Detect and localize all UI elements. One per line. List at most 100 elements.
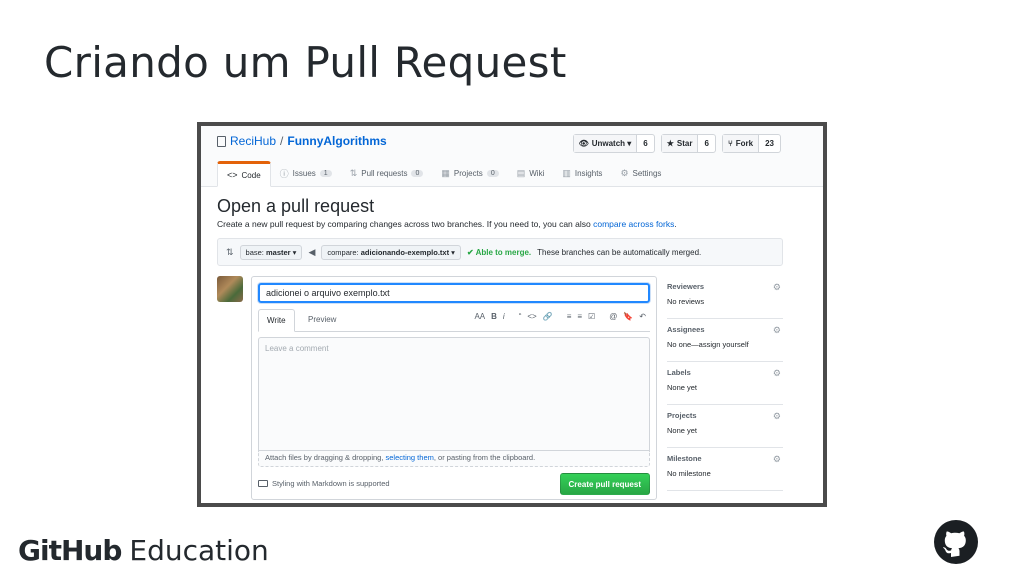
gear-icon[interactable]: ⚙	[773, 325, 781, 336]
fork-button[interactable]: ⑂ Fork	[722, 135, 760, 152]
tab-settings-label: Settings	[632, 168, 662, 178]
composer-tabs: Write Preview AA B i “ <> 🔗 ≡ ≡ ☑ @ 🔖 ↶	[258, 309, 650, 332]
projects-heading: Projects	[667, 411, 697, 420]
github-education-logo: GitHub Education	[18, 534, 269, 567]
slide-title: Criando um Pull Request	[44, 38, 567, 87]
create-pull-request-button[interactable]: Create pull request	[559, 473, 650, 495]
github-wordmark: GitHub	[18, 534, 122, 567]
tab-preview[interactable]: Preview	[300, 309, 344, 330]
repo-owner-link[interactable]: ReciHub	[230, 134, 276, 148]
markdown-note[interactable]: Styling with Markdown is supported	[258, 479, 390, 488]
fork-count[interactable]: 23	[759, 135, 780, 152]
tab-pull-requests[interactable]: ⇅ Pull requests 0	[341, 161, 433, 185]
tab-insights-label: Insights	[574, 168, 603, 178]
mention-icon[interactable]: @	[609, 312, 617, 321]
merge-status: ✔ Able to merge.	[466, 247, 532, 257]
pull-request-icon: ⇅	[349, 167, 358, 178]
link-icon[interactable]: 🔗	[543, 312, 553, 321]
markdown-icon	[258, 480, 268, 487]
compare-branch-select[interactable]: compare: adicionando-exemplo.txt ▾	[321, 244, 461, 260]
compare-across-forks-link[interactable]: compare across forks	[593, 219, 674, 229]
issues-counter: 1	[319, 169, 332, 177]
task-list-icon[interactable]: ☑	[588, 312, 595, 321]
repo-header: ReciHub / FunnyAlgorithms 👁 Unwatch ▾ 6 ★…	[201, 126, 823, 187]
unwatch-button[interactable]: 👁 Unwatch ▾	[573, 135, 638, 152]
repo-breadcrumb: ReciHub / FunnyAlgorithms	[217, 134, 387, 148]
unordered-list-icon[interactable]: ≡	[567, 312, 572, 321]
gear-icon[interactable]: ⚙	[773, 368, 781, 379]
star-button-group: ★ Star 6	[660, 134, 716, 153]
star-label: Star	[676, 139, 693, 148]
repo-icon	[217, 135, 226, 147]
tab-code[interactable]: <> Code	[217, 161, 271, 187]
sidebar-reviewers[interactable]: Reviewers No reviews ⚙	[667, 276, 783, 319]
page-subtitle: Create a new pull request by comparing c…	[217, 219, 677, 229]
italic-icon[interactable]: i	[503, 312, 505, 321]
tab-settings[interactable]: ⚙ Settings	[611, 161, 670, 185]
base-branch-name: master	[265, 247, 291, 257]
gear-icon[interactable]: ⚙	[773, 282, 781, 293]
graph-icon: ▥	[562, 167, 571, 178]
tab-insights[interactable]: ▥ Insights	[553, 161, 611, 185]
watch-count[interactable]: 6	[637, 135, 653, 152]
repo-nav-tabs: <> Code ⓘ Issues 1 ⇅ Pull requests 0 ▦ Project…	[217, 161, 670, 187]
tab-issues[interactable]: ⓘ Issues 1	[271, 161, 341, 185]
base-branch-select[interactable]: base: master ▾	[239, 244, 303, 260]
github-screenshot: ReciHub / FunnyAlgorithms 👁 Unwatch ▾ 6 ★…	[197, 122, 827, 507]
projects-value: None yet	[667, 426, 698, 435]
comment-textarea[interactable]: Leave a comment	[258, 337, 650, 451]
reviewers-heading: Reviewers	[667, 282, 705, 291]
sidebar-assignees[interactable]: Assignees No one—assign yourself ⚙	[667, 319, 783, 362]
sidebar-milestone[interactable]: Milestone No milestone ⚙	[667, 448, 783, 491]
file-dropzone[interactable]: Attach files by dragging & dropping, sel…	[258, 451, 650, 467]
milestone-heading: Milestone	[667, 454, 702, 463]
labels-value: None yet	[667, 383, 698, 392]
sidebar-projects[interactable]: Projects None yet ⚙	[667, 405, 783, 448]
pull-requests-counter: 0	[411, 169, 424, 177]
repo-separator: /	[280, 134, 284, 148]
ordered-list-icon[interactable]: ≡	[577, 312, 582, 321]
subtitle-text: Create a new pull request by comparing c…	[217, 219, 594, 229]
bold-icon[interactable]: B	[491, 312, 497, 321]
star-count[interactable]: 6	[698, 135, 714, 152]
fork-icon: ⑂	[727, 139, 733, 148]
education-wordmark: Education	[129, 534, 269, 567]
star-icon: ★	[666, 139, 674, 148]
gear-icon[interactable]: ⚙	[773, 411, 781, 422]
watch-button-group: 👁 Unwatch ▾ 6	[572, 134, 655, 153]
gear-icon[interactable]: ⚙	[773, 454, 781, 465]
compare-range-bar: ⇅ base: master ▾ ◀ compare: adicionando-…	[217, 238, 783, 266]
tab-code-label: Code	[241, 170, 261, 180]
wiki-icon: ▤	[516, 167, 526, 178]
repo-actions: 👁 Unwatch ▾ 6 ★ Star 6 ⑂ Fork 23	[572, 134, 781, 153]
gear-icon: ⚙	[620, 167, 629, 178]
avatar[interactable]	[217, 276, 243, 302]
fork-label: Fork	[735, 139, 754, 148]
merge-status-text: These branches can be automatically merg…	[537, 247, 702, 257]
header-text-icon[interactable]: AA	[474, 312, 485, 321]
code-icon[interactable]: <>	[527, 312, 536, 321]
pr-title-input[interactable]: adicionei o arquivo exemplo.txt	[258, 283, 650, 303]
attach-text-end: , or pasting from the clipboard.	[433, 453, 536, 462]
sidebar-labels[interactable]: Labels None yet ⚙	[667, 362, 783, 405]
tab-projects-label: Projects	[453, 168, 483, 178]
compare-branch-name: adicionando-exemplo.txt	[360, 247, 450, 257]
reply-icon[interactable]: ↶	[639, 312, 646, 321]
markdown-note-text: Styling with Markdown is supported	[272, 479, 390, 488]
tab-write[interactable]: Write	[258, 309, 295, 332]
milestone-value: No milestone	[667, 469, 711, 478]
discussion-sidebar: Reviewers No reviews ⚙ Assignees No one—ass…	[667, 276, 783, 491]
selecting-them-link[interactable]: selecting them	[386, 453, 434, 462]
labels-heading: Labels	[667, 368, 691, 377]
star-button[interactable]: ★ Star	[661, 135, 699, 152]
assignees-heading: Assignees	[667, 325, 705, 334]
tab-pull-requests-label: Pull requests	[361, 168, 408, 178]
project-icon: ▦	[441, 167, 450, 178]
tab-issues-label: Issues	[292, 168, 316, 178]
fork-button-group: ⑂ Fork 23	[721, 134, 781, 153]
tab-projects[interactable]: ▦ Projects 0	[432, 161, 507, 185]
tab-wiki[interactable]: ▤ Wiki	[508, 161, 554, 185]
bookmark-icon[interactable]: 🔖	[623, 312, 633, 321]
repo-name-link[interactable]: FunnyAlgorithms	[287, 134, 386, 148]
quote-icon[interactable]: “	[519, 312, 522, 321]
